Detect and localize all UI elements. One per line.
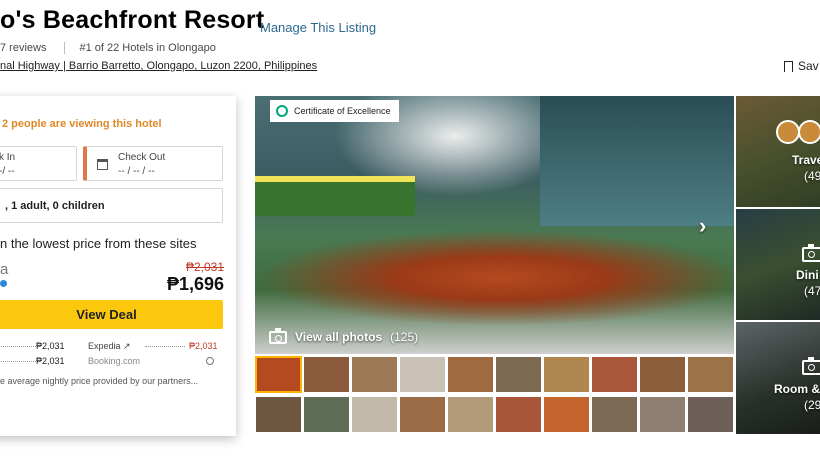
- check-out-value: -- / -- / --: [118, 166, 155, 177]
- tile-label: Room &: [774, 382, 820, 396]
- traveler-photos-tile[interactable]: Trave (49: [736, 96, 820, 207]
- provider-dot-icon: [0, 280, 7, 287]
- thumbnail[interactable]: [446, 356, 494, 393]
- tile-shade: [736, 322, 820, 434]
- check-in-label: k In: [0, 152, 16, 163]
- address-link[interactable]: nal Highway | Barrio Barretto, Olongapo,…: [0, 60, 317, 72]
- manage-listing-link[interactable]: Manage This Listing: [260, 20, 376, 35]
- tile-label: Trave: [792, 153, 820, 167]
- camera-icon: [269, 327, 287, 344]
- thumbnail[interactable]: [255, 356, 302, 393]
- thumbnail[interactable]: [542, 396, 590, 433]
- save-label: Sav: [798, 59, 819, 73]
- thumbnail[interactable]: [350, 396, 398, 433]
- camera-icon: [802, 357, 820, 375]
- unavailable-icon: [206, 357, 214, 365]
- photo-count: (125): [390, 330, 419, 344]
- main-photo[interactable]: Certificate of Excellence › View all pho…: [255, 96, 734, 354]
- provider-logo: a: [0, 261, 9, 278]
- certificate-badge: Certificate of Excellence: [270, 100, 399, 122]
- photo-table: [255, 176, 415, 216]
- award-icon: [276, 105, 288, 117]
- site-price: ₱2,031: [36, 356, 65, 366]
- tile-shade: [736, 96, 820, 207]
- calendar-icon: [97, 159, 108, 170]
- view-all-label: View all photos: [295, 330, 383, 344]
- camera-icon: [802, 244, 820, 262]
- guests-value: , 1 adult, 0 children: [5, 200, 105, 212]
- check-in-value: -/ --: [0, 166, 15, 177]
- booking-panel: 2 people are viewing this hotel k In -/ …: [0, 96, 236, 436]
- hotel-meta: 7 reviews #1 of 22 Hotels in Olongapo: [0, 42, 216, 54]
- tile-label: Dini: [796, 268, 819, 282]
- lowest-price-text: n the lowest price from these sites: [0, 236, 197, 251]
- thumbnail[interactable]: [398, 356, 446, 393]
- save-button[interactable]: Sav: [784, 59, 819, 76]
- view-all-photos-button[interactable]: View all photos (125): [269, 327, 419, 344]
- avatar: [776, 120, 800, 144]
- meta-divider: [64, 42, 66, 54]
- reviews-link[interactable]: 7 reviews: [0, 42, 46, 54]
- tile-shade: [736, 209, 820, 320]
- row-leader: [0, 361, 38, 362]
- avatar: [798, 120, 820, 144]
- price-footnote: e average nightly price provided by our …: [0, 376, 199, 386]
- bookmark-icon: [784, 60, 793, 76]
- thumbnail[interactable]: [350, 356, 398, 393]
- site-price: ₱2,031: [189, 341, 218, 351]
- certificate-label: Certificate of Excellence: [294, 106, 391, 116]
- hotel-title: o's Beachfront Resort: [0, 6, 265, 34]
- site-price: ₱2,031: [36, 341, 65, 351]
- view-deal-button[interactable]: View Deal: [0, 300, 223, 329]
- thumbnail[interactable]: [446, 396, 494, 433]
- guests-field[interactable]: , 1 adult, 0 children: [0, 188, 223, 223]
- dining-photos-tile[interactable]: Dini (47: [736, 209, 820, 320]
- thumbnail[interactable]: [638, 396, 686, 433]
- chevron-right-icon[interactable]: ›: [699, 213, 706, 239]
- ranking-link[interactable]: #1 of 22 Hotels in Olongapo: [79, 42, 215, 54]
- site-name[interactable]: Expedia ↗: [88, 341, 131, 352]
- thumbnail[interactable]: [590, 396, 638, 433]
- thumbnail[interactable]: [686, 356, 734, 393]
- thumbnail[interactable]: [686, 396, 734, 433]
- thumbnail-strip: [255, 356, 734, 434]
- thumbnail[interactable]: [302, 396, 350, 433]
- tile-count: (47: [804, 284, 820, 298]
- thumbnail[interactable]: [494, 356, 542, 393]
- tile-count: (29: [804, 398, 820, 412]
- row-leader: [145, 346, 185, 347]
- deal-price: ₱1,696: [166, 274, 224, 294]
- tile-count: (49: [804, 169, 820, 183]
- thumbnail[interactable]: [255, 396, 302, 433]
- check-out-label: Check Out: [118, 152, 166, 163]
- check-in-field[interactable]: k In -/ --: [0, 146, 77, 181]
- site-name[interactable]: Booking.com: [88, 356, 140, 366]
- thumbnail[interactable]: [494, 396, 542, 433]
- check-out-field[interactable]: Check Out -- / -- / --: [83, 146, 223, 181]
- thumbnail[interactable]: [590, 356, 638, 393]
- viewing-notice: 2 people are viewing this hotel: [2, 118, 162, 130]
- thumbnail[interactable]: [542, 356, 590, 393]
- room-photos-tile[interactable]: Room & (29: [736, 322, 820, 434]
- thumbnail[interactable]: [302, 356, 350, 393]
- row-leader: [0, 346, 38, 347]
- photo-background: [540, 96, 734, 226]
- original-price: ₱2,031: [185, 260, 224, 274]
- thumbnail[interactable]: [398, 396, 446, 433]
- thumbnail[interactable]: [638, 356, 686, 393]
